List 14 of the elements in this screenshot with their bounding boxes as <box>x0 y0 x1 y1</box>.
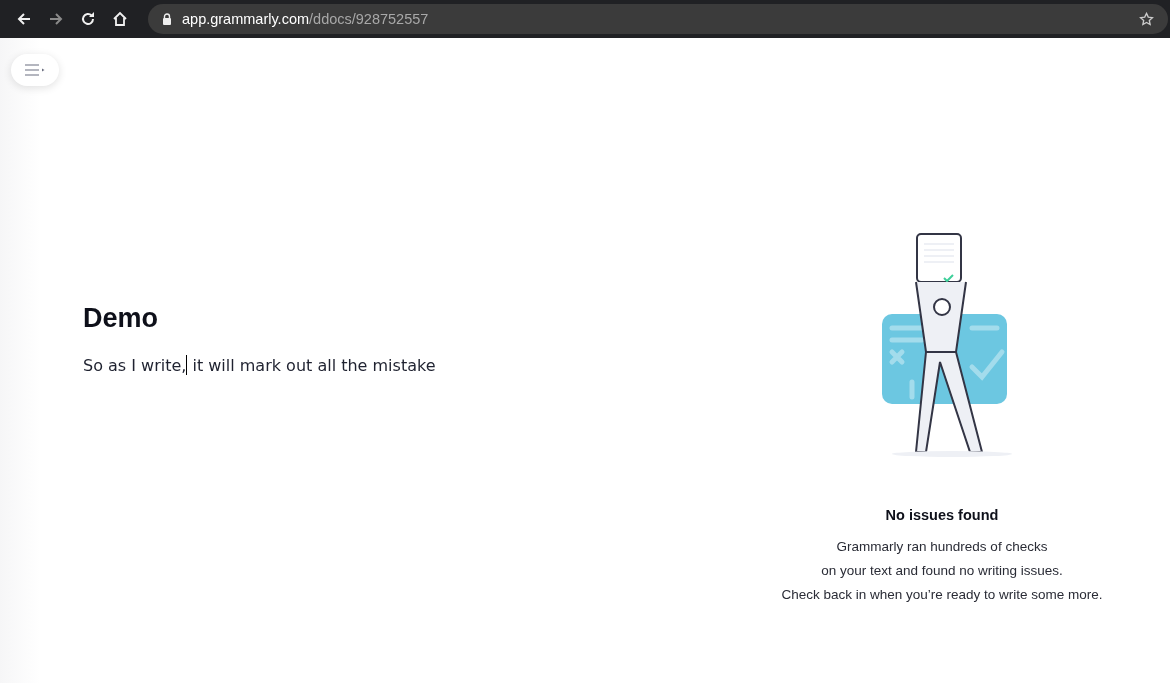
address-bar[interactable]: app.grammarly.com/ddocs/928752557 <box>148 4 1168 34</box>
url-path: /ddocs/928752557 <box>309 11 429 27</box>
back-icon <box>16 11 32 27</box>
bookmark-star-icon[interactable] <box>1139 11 1154 27</box>
document-text[interactable]: So as I write, it will mark out all the mistake <box>83 355 742 375</box>
forward-icon <box>48 11 64 27</box>
no-issues-description: Grammarly ran hundreds of checks on your text and found no writing issues. Check back in when you’re ready to write some more. <box>781 538 1103 604</box>
menu-icon <box>24 63 46 77</box>
document-title: Demo <box>83 303 159 334</box>
no-issues-title: No issues found <box>885 507 999 523</box>
lock-icon <box>162 13 172 25</box>
home-icon <box>112 11 128 27</box>
url-domain: app.grammarly.com <box>182 11 310 27</box>
reload-icon <box>80 11 96 27</box>
